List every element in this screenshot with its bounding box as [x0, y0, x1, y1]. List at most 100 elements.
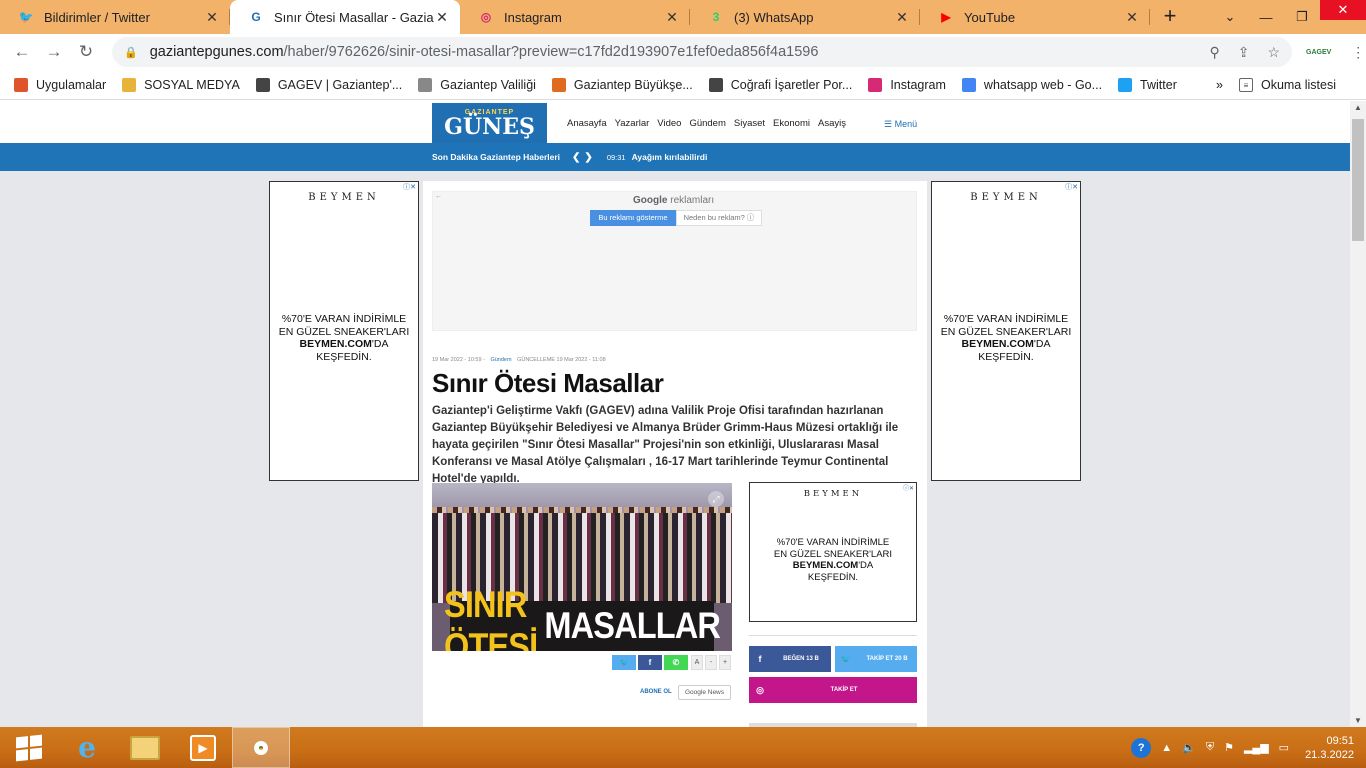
site-nav-item[interactable]: Siyaset [734, 118, 765, 129]
breaking-prev-icon[interactable]: ❮ [572, 152, 580, 163]
font-size-button[interactable]: + [719, 655, 731, 670]
site-nav-item[interactable]: Anasayfa [567, 118, 607, 129]
why-this-ad-button[interactable]: Neden bu reklam? ⓘ [676, 210, 762, 226]
inline-right-ad[interactable]: ⓘ✕ BEYMEN %70'E VARAN İNDİRİMLE EN GÜZEL… [749, 482, 917, 622]
start-button[interactable] [0, 727, 58, 768]
tab-search-icon[interactable]: ⌄ [1212, 0, 1248, 34]
google-icon [961, 77, 976, 92]
bookmarks-bar: Uygulamalar SOSYAL MEDYA GAGEV | Gaziantep… [0, 70, 1366, 100]
breaking-next-icon[interactable]: ❯ [584, 152, 592, 163]
share-twitter-icon[interactable]: 🐦 [612, 655, 636, 670]
breaking-headline[interactable]: Ayağım kırılabilirdi [632, 152, 708, 162]
valilik-icon [418, 77, 433, 92]
lock-icon[interactable]: 🔒 [124, 46, 138, 59]
ad-choices-icon[interactable]: ⓘ✕ [403, 182, 416, 192]
bookmark-item[interactable]: SOSYAL MEDYA [122, 77, 240, 92]
bookmark-item[interactable]: Gaziantep Büyükşe... [551, 77, 693, 92]
left-side-ad[interactable]: ⓘ✕ BEYMEN %70'E VARAN İNDİRİMLE EN GÜZEL… [269, 181, 419, 481]
tab-close-icon[interactable]: ✕ [664, 9, 680, 26]
article-photo[interactable]: SINIR ÖTESİ MASALLAR ⤢ [432, 483, 732, 651]
bookmark-item[interactable]: Instagram [868, 77, 946, 92]
scroll-up-icon[interactable]: ▲ [1354, 103, 1362, 112]
forward-icon[interactable]: → [38, 42, 70, 62]
site-nav-item[interactable]: Gündem [689, 118, 725, 129]
subscribe-label: ABONE OL [640, 689, 672, 695]
ad-back-icon[interactable]: ← [435, 193, 442, 200]
share-whatsapp-icon[interactable]: ✆ [664, 655, 688, 670]
browser-tab[interactable]: 🐦 Bildirimler / Twitter ✕ [0, 0, 230, 34]
taskbar-media-player[interactable]: ▶ [174, 727, 232, 768]
restore-button[interactable]: ❐ [1284, 0, 1320, 34]
network-signal-icon[interactable]: ▂▄▆ [1244, 741, 1269, 754]
tab-close-icon[interactable]: ✕ [434, 9, 450, 26]
bookmark-item[interactable]: whatsapp web - Go... [961, 77, 1102, 92]
taskbar-chrome[interactable] [232, 727, 290, 768]
more-bookmarks-icon[interactable]: » [1216, 78, 1223, 92]
new-tab-button[interactable]: + [1150, 0, 1190, 34]
site-nav-item[interactable]: Asayiş [818, 118, 846, 129]
action-center-flag-icon[interactable]: ⚑ [1224, 741, 1234, 754]
twitter-follow-button[interactable]: 🐦 TAKİP ET 20 B [835, 646, 917, 672]
ad-choices-icon[interactable]: ⓘ✕ [1065, 182, 1078, 192]
site-logo[interactable]: GAZIANTEP GÜNEŞ [432, 103, 547, 143]
browser-tab[interactable]: 3 (3) WhatsApp ✕ [690, 0, 920, 34]
tab-close-icon[interactable]: ✕ [204, 9, 220, 26]
bookmark-star-icon[interactable]: ☆ [1267, 44, 1280, 61]
help-icon[interactable]: ? [1131, 737, 1152, 758]
windows-logo-icon [16, 734, 42, 761]
font-size-button[interactable]: - [705, 655, 717, 670]
article-category[interactable]: Gündem [490, 357, 511, 363]
bookmark-label: GAGEV | Gaziantep'... [277, 77, 403, 92]
clock-time: 09:51 [1326, 734, 1354, 747]
back-icon[interactable]: ← [6, 42, 38, 62]
bookmark-item[interactable]: GAGEV | Gaziantep'... [255, 77, 403, 92]
bookmark-item[interactable]: Twitter [1118, 77, 1177, 92]
site-nav-item[interactable]: Ekonomi [773, 118, 810, 129]
taskbar-internet-explorer[interactable]: e [58, 727, 116, 768]
ad-choices-icon[interactable]: ⓘ✕ [903, 483, 914, 492]
expand-icon[interactable]: ⤢ [708, 491, 724, 507]
site-header: GAZIANTEP GÜNEŞ Anasayfa Yazarlar Video Gün… [0, 101, 1350, 143]
google-brand: Google [633, 195, 668, 206]
minimize-button[interactable]: — [1248, 0, 1284, 34]
font-size-button[interactable]: A [691, 655, 703, 670]
bookmark-item[interactable]: Coğrafi İşaretler Por... [708, 77, 852, 92]
volume-icon[interactable]: 🔈 [1182, 741, 1196, 754]
facebook-follow-button[interactable]: f BEĞEN 13 B [749, 646, 831, 672]
menu-button[interactable]: ☰ Menü [884, 119, 917, 130]
ad-line-bold: BEYMEN.COM [961, 338, 1034, 350]
zoom-icon[interactable]: ⚲ [1209, 44, 1219, 61]
taskbar-file-explorer[interactable] [116, 727, 174, 768]
bookmark-item[interactable]: Gaziantep Valiliği [418, 77, 536, 92]
bookmark-item[interactable]: Uygulamalar [14, 77, 106, 92]
battery-icon[interactable]: ▭ [1279, 741, 1289, 754]
site-nav-item[interactable]: Video [657, 118, 681, 129]
tab-close-icon[interactable]: ✕ [1124, 9, 1140, 26]
hide-ad-button[interactable]: Bu reklamı gösterme [590, 210, 676, 226]
security-icon[interactable]: ⛨ [1206, 741, 1214, 754]
close-window-button[interactable]: ✕ [1320, 0, 1366, 20]
address-bar[interactable]: 🔒 gaziantepgunes.com/haber/9762626/sinir… [112, 37, 1292, 67]
ad-line: KEŞFEDİN. [807, 571, 859, 583]
scroll-thumb[interactable] [1352, 119, 1364, 241]
share-icon[interactable]: ⇪ [1238, 44, 1250, 61]
tab-close-icon[interactable]: ✕ [894, 9, 910, 26]
scroll-down-icon[interactable]: ▼ [1354, 716, 1362, 725]
right-side-ad[interactable]: ⓘ✕ BEYMEN %70'E VARAN İNDİRİMLE EN GÜZEL… [931, 181, 1081, 481]
browser-tab[interactable]: ▶ YouTube ✕ [920, 0, 1150, 34]
article-meta: 19 Mar 2022 - 10:59 - Gündem GÜNCELLEME … [432, 357, 606, 363]
reload-icon[interactable]: ↻ [70, 42, 102, 62]
page-scrollbar[interactable]: ▲ ▼ [1350, 101, 1366, 727]
reading-list-button[interactable]: ≡ Okuma listesi [1238, 78, 1336, 92]
profile-avatar[interactable]: GAGEV [1306, 49, 1331, 56]
system-clock[interactable]: 09:51 21.3.2022 [1305, 734, 1354, 762]
show-hidden-icons-icon[interactable]: ▲ [1161, 742, 1172, 754]
browser-tab[interactable]: G Sınır Ötesi Masallar - Gazianteµ✕ [230, 0, 460, 34]
more-menu-icon[interactable]: ⋮ [1351, 44, 1365, 61]
site-nav-item[interactable]: Yazarlar [615, 118, 650, 129]
browser-tab[interactable]: ◎ Instagram ✕ [460, 0, 690, 34]
google-ads-label: Google reklamları [633, 195, 714, 206]
instagram-follow-button[interactable]: ◎ TAKİP ET [749, 677, 917, 703]
share-facebook-icon[interactable]: f [638, 655, 662, 670]
google-news-button[interactable]: Google News [678, 685, 731, 700]
